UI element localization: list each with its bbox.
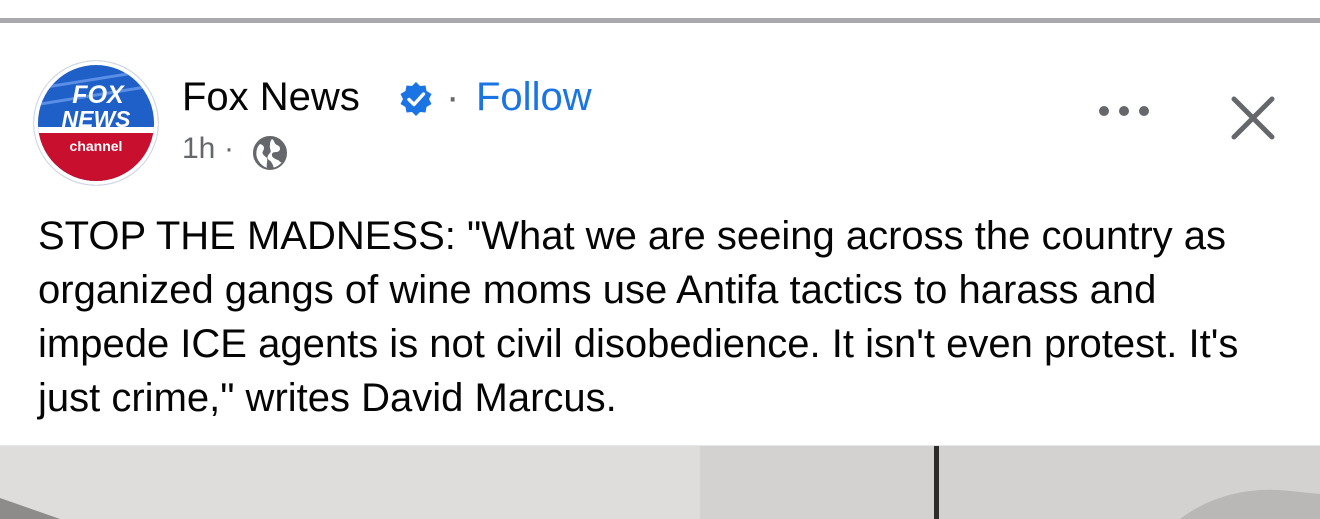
post-timestamp[interactable]: 1h — [182, 131, 215, 167]
globe-icon — [253, 136, 287, 170]
logo-text-news: NEWS — [62, 106, 132, 132]
close-icon[interactable] — [1226, 91, 1280, 145]
post-body-text: STOP THE MADNESS: "What we are seeing ac… — [38, 214, 1239, 420]
top-strip — [0, 0, 1320, 18]
follow-button[interactable]: Follow — [476, 73, 592, 121]
fox-news-avatar[interactable]: FOX NEWS channel — [34, 61, 158, 185]
fox-news-logo: FOX NEWS channel — [34, 61, 158, 185]
more-options-icon[interactable] — [1094, 93, 1154, 129]
logo-text-channel: channel — [70, 138, 123, 154]
meta-separator: · — [224, 132, 234, 165]
page-name[interactable]: Fox News — [182, 73, 360, 121]
logo-text-fox: FOX — [72, 81, 125, 109]
header-separator: · — [446, 75, 460, 119]
post-image-preview[interactable] — [0, 446, 1320, 519]
verified-badge-icon — [400, 82, 432, 116]
post-image — [0, 446, 1320, 519]
post-card: FOX NEWS channel Fox News · Follow 1h · — [0, 23, 1320, 445]
facebook-post-screen: FOX NEWS channel Fox News · Follow 1h · — [0, 0, 1320, 519]
